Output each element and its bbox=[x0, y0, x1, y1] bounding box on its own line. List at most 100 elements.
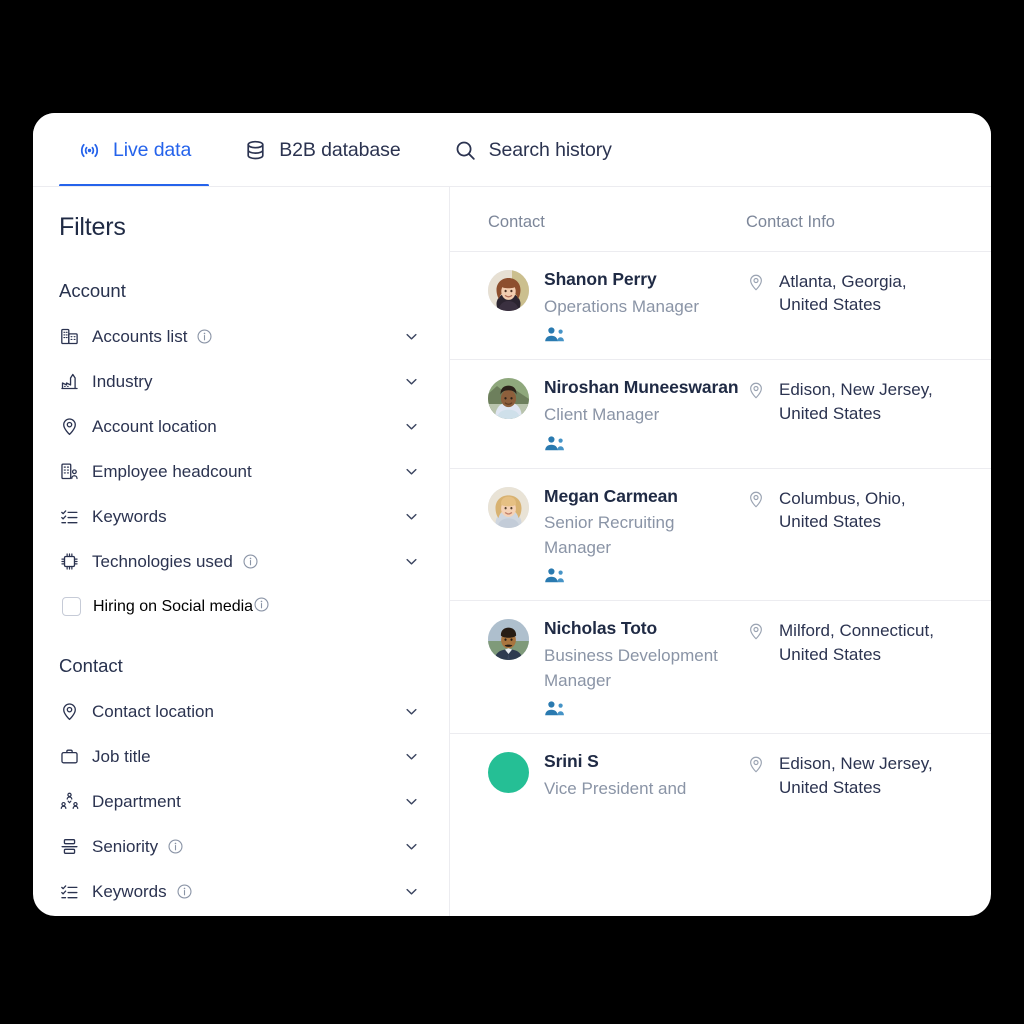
hierarchy-icon bbox=[59, 836, 85, 857]
info-icon[interactable] bbox=[196, 328, 213, 345]
people-icon[interactable] bbox=[544, 700, 746, 718]
people-icon[interactable] bbox=[544, 326, 699, 344]
contact-name: Shanon Perry bbox=[544, 269, 657, 289]
contact-info-cell: Columbus, Ohio, United States bbox=[746, 485, 957, 534]
sidebar-item-label: Job title bbox=[92, 746, 151, 766]
sidebar-item-label: Accounts list bbox=[92, 326, 188, 346]
contact-name: Nicholas Toto bbox=[544, 618, 658, 639]
search-icon bbox=[453, 138, 478, 163]
map-pin-icon bbox=[746, 380, 766, 405]
hiring-on-social-media-checkbox[interactable] bbox=[62, 597, 81, 616]
results-column-headers: Contact Contact Info bbox=[450, 213, 991, 232]
filters-sidebar: Filters Account Accounts list Industry A… bbox=[33, 187, 450, 916]
table-row[interactable]: Niroshan Muneeswaran Client Manager Edis… bbox=[450, 359, 991, 467]
map-pin-icon bbox=[746, 621, 766, 646]
contact-location: Columbus, Ohio, United States bbox=[779, 488, 906, 531]
factory-icon bbox=[59, 371, 85, 392]
chevron-down-icon[interactable] bbox=[402, 882, 421, 901]
contact-text: Nicholas Toto Business Development Manag… bbox=[544, 617, 746, 718]
buildings-icon bbox=[59, 326, 85, 347]
chevron-down-icon[interactable] bbox=[402, 507, 421, 526]
sidebar-item-seniority[interactable]: Seniority bbox=[59, 824, 421, 869]
chevron-down-icon[interactable] bbox=[402, 327, 421, 346]
sidebar-item-account-location[interactable]: Account location bbox=[59, 404, 421, 449]
contact-cell: Megan Carmean Senior Recruiting Manager bbox=[488, 485, 746, 586]
chevron-down-icon[interactable] bbox=[402, 462, 421, 481]
avatar bbox=[488, 378, 529, 420]
chevron-down-icon[interactable] bbox=[402, 372, 421, 391]
contact-job-title: Senior Recruiting Manager bbox=[544, 513, 675, 557]
sidebar-item-label: Industry bbox=[92, 371, 153, 391]
building-person-icon bbox=[59, 461, 85, 482]
screen: Live data B2B database Search history Fi… bbox=[0, 0, 1024, 1024]
contact-location: Edison, New Jersey, United States bbox=[779, 380, 933, 423]
chevron-down-icon[interactable] bbox=[402, 747, 421, 766]
main-body: Filters Account Accounts list Industry A… bbox=[33, 187, 991, 916]
contact-text: Megan Carmean Senior Recruiting Manager bbox=[544, 485, 746, 586]
contact-text: Niroshan Muneeswaran Client Manager bbox=[544, 376, 739, 453]
chevron-down-icon[interactable] bbox=[402, 552, 421, 571]
tab-b2b-database[interactable]: B2B database bbox=[225, 113, 418, 187]
map-pin-icon bbox=[59, 701, 85, 722]
active-tab-underline bbox=[59, 184, 210, 187]
database-icon bbox=[243, 138, 268, 163]
tab-search-history[interactable]: Search history bbox=[435, 113, 630, 187]
column-header-contact: Contact bbox=[488, 213, 545, 231]
sidebar-item-account-keywords[interactable]: Keywords bbox=[59, 494, 421, 539]
info-icon[interactable] bbox=[167, 838, 184, 855]
contact-cell: Nicholas Toto Business Development Manag… bbox=[488, 617, 746, 718]
map-pin-icon bbox=[59, 416, 85, 437]
table-row[interactable]: Megan Carmean Senior Recruiting Manager bbox=[450, 467, 991, 601]
column-header-contact-info: Contact Info bbox=[746, 213, 835, 231]
sidebar-item-job-title[interactable]: Job title bbox=[59, 734, 421, 779]
tab-live-data[interactable]: Live data bbox=[59, 113, 210, 187]
people-icon[interactable] bbox=[544, 435, 738, 453]
contact-cell: Srini S Vice President and bbox=[488, 750, 746, 801]
contact-text: Srini S Vice President and bbox=[544, 750, 686, 801]
sidebar-item-technologies-used[interactable]: Technologies used bbox=[59, 539, 421, 584]
sidebar-item-contact-keywords[interactable]: Keywords bbox=[59, 869, 421, 914]
info-icon[interactable] bbox=[242, 553, 259, 570]
avatar bbox=[488, 270, 529, 311]
briefcase-icon bbox=[59, 746, 85, 767]
contact-name: Niroshan Muneeswaran bbox=[544, 377, 739, 398]
chevron-down-icon[interactable] bbox=[402, 417, 421, 436]
sidebar-item-accounts-list[interactable]: Accounts list bbox=[59, 314, 421, 359]
people-icon[interactable] bbox=[544, 567, 746, 585]
tab-label: Search history bbox=[488, 138, 612, 161]
sidebar-item-label: Employee headcount bbox=[92, 461, 252, 481]
map-pin-icon bbox=[746, 489, 766, 514]
contact-cell: Shanon Perry Operations Manager bbox=[488, 268, 746, 344]
app-card: Live data B2B database Search history Fi… bbox=[33, 113, 991, 916]
sidebar-item-label: Department bbox=[92, 791, 181, 811]
sidebar-item-label: Keywords bbox=[92, 881, 167, 901]
sidebar-item-employee-headcount[interactable]: Employee headcount bbox=[59, 449, 421, 494]
contact-info-cell: Edison, New Jersey, United States bbox=[746, 376, 957, 425]
table-row[interactable]: Nicholas Toto Business Development Manag… bbox=[450, 600, 991, 733]
contact-info-cell: Edison, New Jersey, United States bbox=[746, 750, 957, 799]
map-pin-icon bbox=[746, 272, 766, 297]
sidebar-item-label: Hiring on Social media bbox=[93, 597, 254, 615]
sidebar-item-hiring-on-social-media[interactable]: Hiring on Social media bbox=[59, 584, 421, 629]
sidebar-item-label: Contact location bbox=[92, 701, 214, 721]
info-icon[interactable] bbox=[176, 883, 193, 900]
filter-group-account-title: Account bbox=[59, 280, 126, 301]
chevron-down-icon[interactable] bbox=[402, 792, 421, 811]
checklist-icon bbox=[59, 881, 85, 902]
table-row[interactable]: Srini S Vice President and Edison, New J… bbox=[450, 733, 991, 816]
contact-location: Milford, Connecticut, United States bbox=[779, 621, 934, 664]
sidebar-item-department[interactable]: Department bbox=[59, 779, 421, 824]
sidebar-item-contact-location[interactable]: Contact location bbox=[59, 689, 421, 734]
contact-location: Atlanta, Georgia, United States bbox=[779, 272, 907, 315]
checklist-icon bbox=[59, 506, 85, 527]
org-chart-icon bbox=[59, 791, 85, 812]
chevron-down-icon[interactable] bbox=[402, 702, 421, 721]
page-title: Filters bbox=[59, 213, 126, 241]
chevron-down-icon[interactable] bbox=[402, 837, 421, 856]
sidebar-item-label: Keywords bbox=[92, 506, 167, 526]
contact-cell: Niroshan Muneeswaran Client Manager bbox=[488, 376, 746, 452]
map-pin-icon bbox=[746, 754, 766, 779]
sidebar-item-industry[interactable]: Industry bbox=[59, 359, 421, 404]
info-icon[interactable] bbox=[253, 596, 270, 618]
table-row[interactable]: Shanon Perry Operations Manager Atlanta,… bbox=[450, 251, 991, 359]
